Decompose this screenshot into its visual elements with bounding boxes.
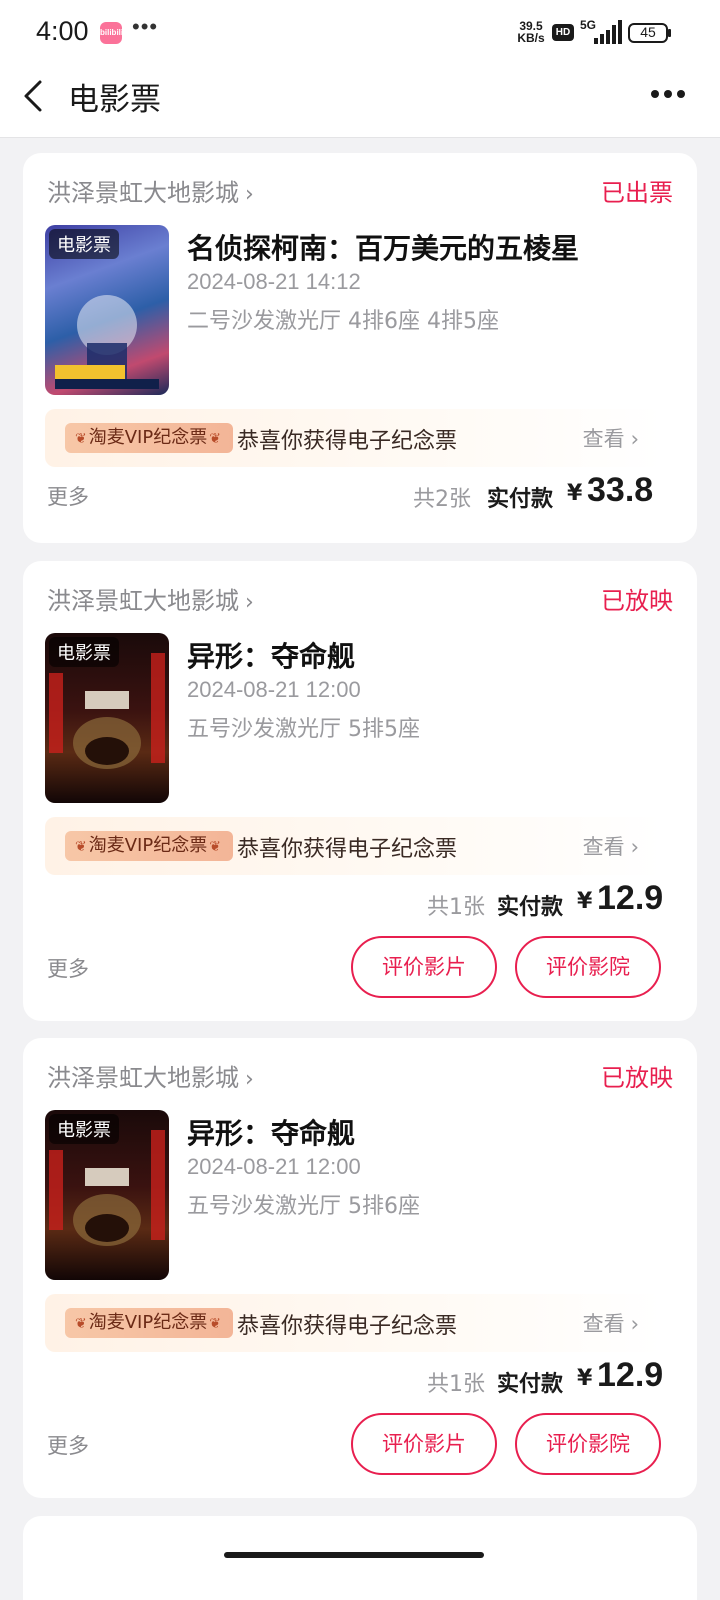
vip-badge-label: 淘麦VIP纪念票 bbox=[88, 1312, 208, 1333]
chevron-right-icon: › bbox=[630, 1312, 639, 1336]
rate-cinema-button[interactable]: 评价影院 bbox=[515, 1413, 661, 1475]
vip-view-label: 查看 bbox=[582, 835, 625, 859]
rate-cinema-button[interactable]: 评价影院 bbox=[515, 936, 661, 998]
vip-souvenir-banner[interactable]: ❦ 淘麦VIP纪念票 ❦ 恭喜你获得电子纪念票 查看 › bbox=[45, 817, 663, 875]
laurel-icon: ❦ bbox=[75, 1316, 87, 1332]
seat-info: 五号沙发激光厅 5排6座 bbox=[187, 1194, 420, 1219]
paid-label: 实付款 bbox=[497, 1372, 564, 1397]
vip-badge: ❦ 淘麦VIP纪念票 ❦ bbox=[65, 831, 233, 861]
movie-poster[interactable]: 电影票 bbox=[45, 225, 169, 395]
vip-view-link[interactable]: 查看 › bbox=[583, 1308, 639, 1338]
vip-view-label: 查看 bbox=[582, 1312, 625, 1336]
seat-info: 二号沙发激光厅 4排6座 4排5座 bbox=[187, 309, 499, 334]
paid-amount: 12.9 bbox=[597, 879, 664, 917]
vip-view-link[interactable]: 查看 › bbox=[583, 831, 639, 861]
page-title: 电影票 bbox=[68, 82, 161, 118]
cinema-link[interactable]: 洪泽景虹大地影城 › bbox=[47, 581, 254, 616]
cinema-link[interactable]: 洪泽景虹大地影城 › bbox=[47, 1058, 254, 1093]
order-card[interactable]: 洪泽景虹大地影城 › 已放映 电影票 异形：夺命舰 2024-08-21 12:0… bbox=[23, 561, 697, 1021]
chevron-right-icon: › bbox=[630, 427, 639, 451]
vip-souvenir-banner[interactable]: ❦ 淘麦VIP纪念票 ❦ 恭喜你获得电子纪念票 查看 › bbox=[45, 409, 663, 467]
hd-badge: HD bbox=[552, 24, 574, 41]
seat-info: 五号沙发激光厅 5排5座 bbox=[187, 717, 420, 742]
movie-poster[interactable]: 电影票 bbox=[45, 1110, 169, 1280]
notification-dots: ••• bbox=[132, 14, 159, 39]
order-card[interactable]: 洪泽景虹大地影城 › 已放映 电影票 异形：夺命舰 2024-08-21 12:0… bbox=[23, 1038, 697, 1498]
laurel-icon: ❦ bbox=[75, 431, 87, 447]
more-link[interactable]: 更多 bbox=[47, 481, 89, 511]
poster-tag: 电影票 bbox=[49, 637, 119, 667]
signal-icon bbox=[594, 20, 622, 44]
app-header: 电影票 bbox=[0, 64, 720, 138]
vip-badge: ❦ 淘麦VIP纪念票 ❦ bbox=[65, 1308, 233, 1338]
show-time: 2024-08-21 12:00 bbox=[187, 677, 361, 702]
laurel-icon: ❦ bbox=[209, 431, 221, 447]
order-card-partial[interactable] bbox=[23, 1516, 697, 1600]
currency-symbol: ¥ bbox=[577, 1366, 593, 1391]
currency-symbol: ¥ bbox=[567, 481, 583, 506]
chevron-left-icon[interactable] bbox=[20, 76, 50, 116]
order-status: 已放映 bbox=[601, 1064, 673, 1092]
more-link[interactable]: 更多 bbox=[47, 1430, 89, 1460]
paid-amount: 33.8 bbox=[587, 471, 654, 509]
ticket-count: 共1张 bbox=[427, 1372, 485, 1397]
paid-amount: 12.9 bbox=[597, 1356, 664, 1394]
vip-view-label: 查看 bbox=[582, 427, 625, 451]
vip-badge-label: 淘麦VIP纪念票 bbox=[88, 427, 208, 448]
rate-film-button[interactable]: 评价影片 bbox=[351, 936, 497, 998]
vip-souvenir-banner[interactable]: ❦ 淘麦VIP纪念票 ❦ 恭喜你获得电子纪念票 查看 › bbox=[45, 1294, 663, 1352]
show-time: 2024-08-21 12:00 bbox=[187, 1154, 361, 1179]
currency-symbol: ¥ bbox=[577, 889, 593, 914]
laurel-icon: ❦ bbox=[75, 839, 87, 855]
vip-message: 恭喜你获得电子纪念票 bbox=[237, 837, 458, 862]
paid-label: 实付款 bbox=[487, 487, 554, 512]
vip-view-link[interactable]: 查看 › bbox=[583, 423, 639, 453]
cinema-link[interactable]: 洪泽景虹大地影城 › bbox=[47, 173, 254, 208]
movie-title[interactable]: 名侦探柯南：百万美元的五棱星 bbox=[187, 227, 579, 267]
laurel-icon: ❦ bbox=[209, 1316, 221, 1332]
show-time: 2024-08-21 14:12 bbox=[187, 269, 361, 294]
vip-message: 恭喜你获得电子纪念票 bbox=[237, 1314, 458, 1339]
movie-poster[interactable]: 电影票 bbox=[45, 633, 169, 803]
ellipsis-icon[interactable] bbox=[650, 84, 686, 104]
poster-tag: 电影票 bbox=[49, 1114, 119, 1144]
chevron-right-icon: › bbox=[245, 182, 254, 207]
bilibili-app-icon: bilibili bbox=[100, 22, 122, 44]
cinema-name: 洪泽景虹大地影城 bbox=[47, 587, 239, 615]
status-bar: 4:00 bilibili ••• 39.5 KB/s HD 5G 45 bbox=[0, 0, 720, 64]
ticket-count: 共2张 bbox=[413, 487, 471, 512]
laurel-icon: ❦ bbox=[209, 839, 221, 855]
ticket-count: 共1张 bbox=[427, 895, 485, 920]
order-card[interactable]: 洪泽景虹大地影城 › 已出票 电影票 名侦探柯南：百万美元的五棱星 2024-08… bbox=[23, 153, 697, 543]
vip-badge-label: 淘麦VIP纪念票 bbox=[88, 835, 208, 856]
chevron-right-icon: › bbox=[630, 835, 639, 859]
battery-level: 45 bbox=[640, 24, 656, 40]
network-speed: 39.5 KB/s bbox=[514, 20, 548, 44]
chevron-right-icon: › bbox=[245, 590, 254, 615]
movie-title[interactable]: 异形：夺命舰 bbox=[187, 635, 355, 675]
order-status: 已出票 bbox=[601, 179, 673, 207]
vip-badge: ❦ 淘麦VIP纪念票 ❦ bbox=[65, 423, 233, 453]
chevron-right-icon: › bbox=[245, 1067, 254, 1092]
rate-film-button[interactable]: 评价影片 bbox=[351, 1413, 497, 1475]
poster-tag: 电影票 bbox=[49, 229, 119, 259]
status-time: 4:00 bbox=[36, 16, 89, 46]
movie-title[interactable]: 异形：夺命舰 bbox=[187, 1112, 355, 1152]
vip-message: 恭喜你获得电子纪念票 bbox=[237, 429, 458, 454]
more-link[interactable]: 更多 bbox=[47, 953, 89, 983]
order-status: 已放映 bbox=[601, 587, 673, 615]
network-speed-unit: KB/s bbox=[517, 31, 545, 45]
home-indicator[interactable] bbox=[224, 1552, 484, 1558]
cinema-name: 洪泽景虹大地影城 bbox=[47, 179, 239, 207]
cinema-name: 洪泽景虹大地影城 bbox=[47, 1064, 239, 1092]
paid-label: 实付款 bbox=[497, 895, 564, 920]
